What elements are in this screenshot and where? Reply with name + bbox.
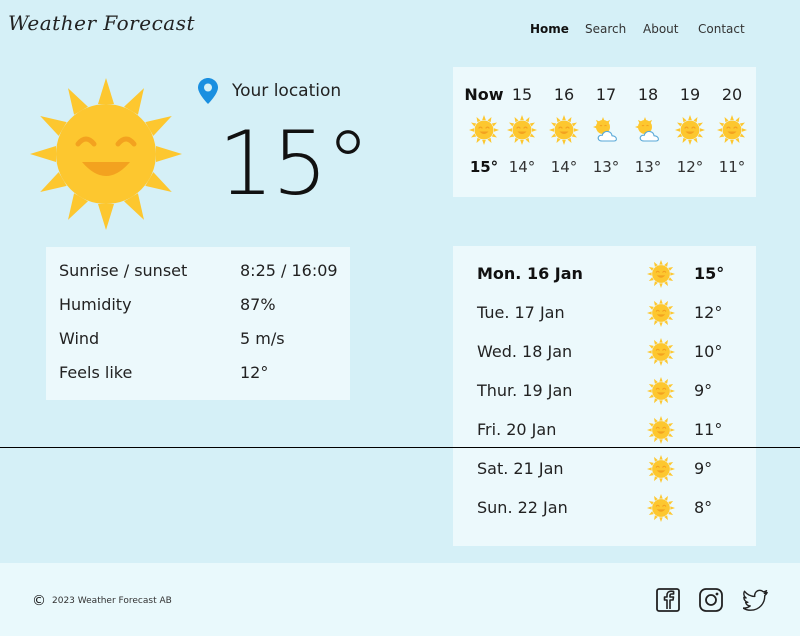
day-label: Sat. 21 Jan [477, 459, 564, 478]
detail-label: Humidity [59, 295, 132, 314]
day-label: Fri. 20 Jan [477, 420, 557, 439]
horizontal-divider [0, 447, 800, 448]
hour-temp: 11° [718, 158, 746, 176]
current-temperature: 15° [218, 112, 370, 215]
day-temp: 15° [694, 264, 725, 283]
sun-icon [717, 115, 747, 145]
daily-item: Sun. 22 Jan 8° [453, 490, 756, 528]
day-temp: 9° [694, 459, 713, 478]
detail-label: Wind [59, 329, 100, 348]
sun-icon [647, 299, 675, 327]
nav-contact[interactable]: Contact [698, 22, 745, 36]
partly-cloudy-icon [633, 115, 663, 145]
sun-icon [647, 494, 675, 522]
daily-item: Mon. 16 Jan 15° [453, 256, 756, 294]
footer: © 2023 Weather Forecast AB [0, 563, 800, 636]
site-logo[interactable]: Weather Forecast [8, 11, 195, 35]
map-pin-icon [198, 78, 218, 104]
detail-label: Feels like [59, 363, 133, 382]
day-temp: 12° [694, 303, 723, 322]
day-label: Thur. 19 Jan [477, 381, 573, 400]
detail-value: 8:25 / 16:09 [240, 261, 338, 280]
sun-icon [647, 338, 675, 366]
hour-label: 19 [679, 85, 701, 104]
hour-label: 16 [553, 85, 575, 104]
detail-value: 12° [240, 363, 269, 382]
detail-value: 5 m/s [240, 329, 285, 348]
day-label: Wed. 18 Jan [477, 342, 573, 361]
detail-label: Sunrise / sunset [59, 261, 188, 280]
nav-search[interactable]: Search [585, 22, 626, 36]
instagram-icon[interactable] [698, 587, 724, 613]
hour-label: 15 [511, 85, 533, 104]
nav-home[interactable]: Home [530, 22, 569, 36]
copyright-text: 2023 Weather Forecast AB [52, 596, 172, 606]
daily-item: Wed. 18 Jan 10° [453, 334, 756, 372]
sun-icon [647, 416, 675, 444]
detail-row-humidity: Humidity 87% [59, 295, 350, 329]
nav-about[interactable]: About [643, 22, 678, 36]
sun-icon [549, 115, 579, 145]
sun-icon [469, 115, 499, 145]
hour-temp: 14° [508, 158, 536, 176]
copyright-icon: © [32, 593, 46, 609]
hourly-forecast: Now 15° 15 14° 16 14° 17 13° 18 13° 19 1… [453, 67, 756, 197]
sun-icon [647, 455, 675, 483]
hour-label: 20 [721, 85, 743, 104]
location-label: Your location [232, 81, 342, 101]
facebook-icon[interactable] [655, 587, 681, 613]
location[interactable]: Your location [198, 78, 341, 104]
hour-temp: 14° [550, 158, 578, 176]
detail-row-feels-like: Feels like 12° [59, 363, 350, 397]
daily-item: Tue. 17 Jan 12° [453, 295, 756, 333]
daily-forecast: Mon. 16 Jan 15° Tue. 17 Jan 12° Wed. 18 … [453, 246, 756, 546]
hour-label: Now [464, 85, 504, 104]
day-label: Mon. 16 Jan [477, 264, 583, 283]
day-label: Tue. 17 Jan [477, 303, 565, 322]
hour-temp: 12° [676, 158, 704, 176]
day-temp: 11° [694, 420, 723, 439]
day-temp: 9° [694, 381, 713, 400]
hour-label: 17 [595, 85, 617, 104]
sun-icon [675, 115, 705, 145]
hour-temp: 13° [592, 158, 620, 176]
day-label: Sun. 22 Jan [477, 498, 568, 517]
partly-cloudy-icon [591, 115, 621, 145]
hour-temp: 13° [634, 158, 662, 176]
twitter-icon[interactable] [743, 587, 769, 613]
sun-icon [507, 115, 537, 145]
day-temp: 10° [694, 342, 723, 361]
sun-icon [647, 377, 675, 405]
hour-label: 18 [637, 85, 659, 104]
sun-smiling-icon [30, 78, 182, 230]
day-temp: 8° [694, 498, 713, 517]
daily-item: Fri. 20 Jan 11° [453, 412, 756, 450]
sun-icon [647, 260, 675, 288]
hour-temp: 15° [469, 158, 499, 176]
copyright: © 2023 Weather Forecast AB [32, 593, 172, 609]
details-card: Sunrise / sunset 8:25 / 16:09 Humidity 8… [46, 247, 350, 400]
detail-value: 87% [240, 295, 276, 314]
detail-row-sunrise: Sunrise / sunset 8:25 / 16:09 [59, 261, 350, 295]
daily-item: Thur. 19 Jan 9° [453, 373, 756, 411]
daily-item: Sat. 21 Jan 9° [453, 451, 756, 489]
detail-row-wind: Wind 5 m/s [59, 329, 350, 363]
